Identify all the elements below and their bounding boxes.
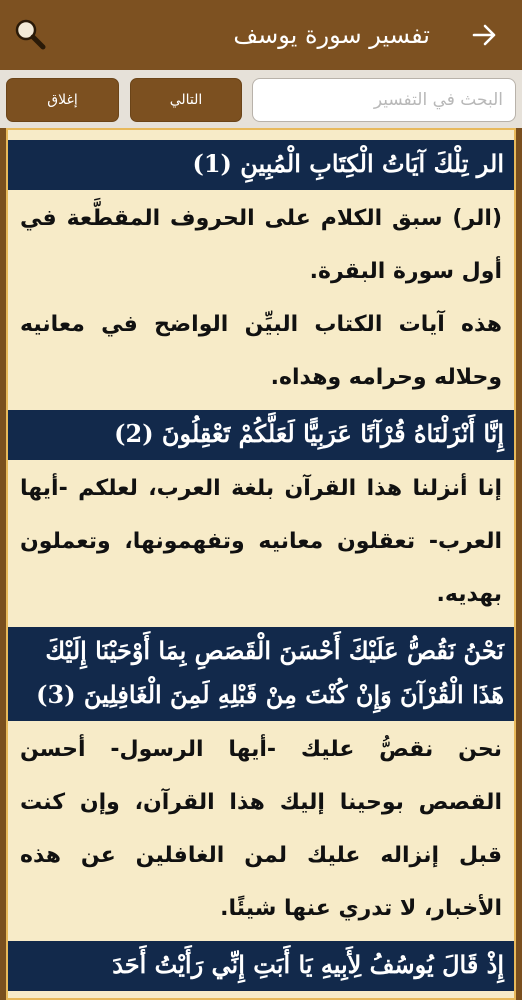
tafsir-paragraph: نحن نقصُّ عليك -أيها الرسول- أحسن القصص … [20,737,502,921]
search-input[interactable] [253,79,515,121]
tafsir-paragraph: هذه آيات الكتاب البيِّن الواضح في معانيه… [20,312,502,390]
back-button[interactable] [468,18,502,52]
magnifier-icon [15,19,46,50]
arrow-right-icon [472,24,496,46]
verse-2: إِنَّا أَنْزَلْنَاهُ قُرْآنًا عَرَبِيًّا… [8,410,514,460]
close-button-label: إغلاق [47,92,78,108]
app-header: تفسير سورة يوسف [0,0,522,70]
page-title: تفسير سورة يوسف [233,21,430,49]
tafsir-1: (الر) سبق الكلام على الحروف المقطَّعة في… [8,190,514,410]
tafsir-content[interactable]: الر تِلْكَ آيَاتُ الْكِتَابِ الْمُبِينِ … [6,128,516,1000]
verse-3: نَحْنُ نَقُصُّ عَلَيْكَ أَحْسَنَ الْقَصَ… [8,627,514,721]
tafsir-2: إنا أنزلنا هذا القرآن بلغة العرب، لعلكم … [8,460,514,627]
next-button-label: التالي [169,92,203,108]
next-button[interactable]: التالي [130,78,242,122]
search-bar: التالي إغلاق [0,70,522,128]
verse-4: إِذْ قَالَ يُوسُفُ لِأَبِيهِ يَا أَبَتِ … [8,941,514,991]
search-field[interactable] [252,78,516,122]
close-button[interactable]: إغلاق [6,78,119,122]
verse-1: الر تِلْكَ آيَاتُ الْكِتَابِ الْمُبِينِ … [8,140,514,190]
tafsir-3: نحن نقصُّ عليك -أيها الرسول- أحسن القصص … [8,721,514,941]
search-button[interactable] [12,16,48,52]
tafsir-paragraph: إنا أنزلنا هذا القرآن بلغة العرب، لعلكم … [20,476,502,607]
tafsir-paragraph: (الر) سبق الكلام على الحروف المقطَّعة في… [20,206,502,284]
